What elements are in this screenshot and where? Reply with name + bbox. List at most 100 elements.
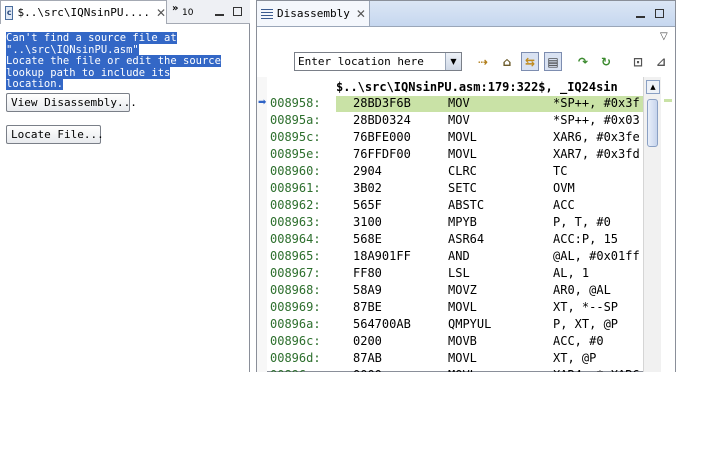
disassembly-row[interactable]: 00896a: 564700AB QMPYUL P, XT, @P — [257, 317, 660, 334]
arguments: *SP++, #0x03 — [553, 113, 640, 127]
mnemonic: MOVL — [448, 130, 477, 144]
disassembly-row[interactable]: 00896d: 87AB MOVL XT, @P — [257, 351, 660, 368]
chevron-down-icon[interactable]: ▼ — [445, 53, 461, 70]
opcode: 87AB — [353, 351, 382, 365]
minimize-icon[interactable] — [215, 14, 224, 16]
disassembly-row[interactable]: 008969: 87BE MOVL XT, *--SP — [257, 300, 660, 317]
arguments: P, T, #0 — [553, 215, 611, 229]
opcode: 0000 — [353, 368, 382, 372]
location-combo[interactable]: Enter location here ▼ — [294, 52, 462, 71]
opcode: 28BD0324 — [353, 113, 411, 127]
opcode: 3100 — [353, 215, 382, 229]
tab-overflow-icon[interactable]: » — [172, 3, 178, 14]
disassembly-row[interactable]: 008958: 28BD3F6B MOV *SP++, #0x3f — [257, 96, 660, 113]
maximize-icon[interactable] — [233, 7, 242, 16]
locate-file-button[interactable]: Locate File... — [6, 125, 104, 144]
address: 008961: — [270, 181, 321, 195]
minimize-icon[interactable] — [636, 16, 645, 18]
scroll-thumb[interactable] — [647, 99, 658, 147]
arguments: XAR6, #0x3fe — [553, 130, 640, 144]
opcode: 568E — [353, 232, 382, 246]
address: 00895e: — [270, 147, 321, 161]
vertical-scrollbar[interactable]: ▲ — [643, 77, 661, 372]
opcode: FF80 — [353, 266, 382, 280]
address: 00895c: — [270, 130, 321, 144]
disassembly-row[interactable]: 00895c: 76BFE000 MOVL XAR6, #0x3fe — [257, 130, 660, 147]
link-with-debug-icon[interactable]: ⇆ — [521, 52, 539, 71]
pin-icon[interactable]: ⊿ — [652, 52, 670, 71]
step-into-icon[interactable]: ↷ — [574, 52, 592, 71]
address: 008968: — [270, 283, 321, 297]
message-line: Locate the file or edit the source — [6, 55, 221, 67]
address: 008960: — [270, 164, 321, 178]
close-icon[interactable]: ✕ — [356, 7, 366, 21]
address: 008958: — [270, 96, 321, 110]
arguments: AL, 1 — [553, 266, 590, 280]
address: 00896d: — [270, 351, 321, 365]
mnemonic: SETC — [448, 181, 477, 195]
arguments: *SP++, #0x3f — [553, 96, 640, 110]
editor-tab[interactable]: c $..\src\IQNsinPU.... ✕ — [0, 0, 167, 24]
disassembly-row[interactable]: 00896e: 0000 MOVL XAR4, *+XAR6 — [257, 368, 660, 372]
disassembly-row[interactable]: 00896c: 0200 MOVB ACC, #0 — [257, 334, 660, 351]
mnemonic: MPYB — [448, 215, 477, 229]
disassembly-row[interactable]: 008965: 18A901FF AND @AL, #0x01ff — [257, 249, 660, 266]
arguments: ACC:P, 15 — [553, 232, 619, 246]
arguments: XAR7, #0x3fd — [553, 147, 640, 161]
arguments: XAR4, *+XAR6 — [553, 368, 640, 372]
mnemonic: MOVL — [448, 351, 477, 365]
mnemonic: MOV — [448, 96, 470, 110]
message-line: Can't find a source file at — [6, 32, 177, 44]
arguments: OVM — [553, 181, 575, 195]
home-icon[interactable]: ⌂ — [498, 52, 516, 71]
disassembly-row[interactable]: 008960: 2904 CLRC TC — [257, 164, 660, 181]
address: 008964: — [270, 232, 321, 246]
scroll-up-icon[interactable]: ▲ — [646, 80, 660, 94]
disassembly-icon — [261, 8, 273, 19]
mnemonic: MOV — [448, 113, 470, 127]
tab-disassembly[interactable]: Disassembly ✕ — [257, 1, 370, 26]
disassembly-row[interactable]: 008963: 3100 MPYB P, T, #0 — [257, 215, 660, 232]
tab-overflow-count[interactable]: 10 — [182, 8, 193, 18]
disassembly-view: Disassembly ✕ ▽ Enter location here ▼ ⇢ … — [256, 0, 676, 372]
opcode: 18A901FF — [353, 249, 411, 263]
opcode: 564700AB — [353, 317, 411, 331]
mnemonic: MOVL — [448, 147, 477, 161]
view-disassembly-button[interactable]: View Disassembly... — [6, 93, 137, 112]
opcode: 28BD3F6B — [353, 96, 411, 110]
disassembly-row[interactable]: 00895e: 76FFDF00 MOVL XAR7, #0x3fd — [257, 147, 660, 164]
disassembly-listing[interactable]: ➡ $..\src\IQNsinPU.asm:179:322$, _IQ24si… — [257, 77, 660, 372]
opcode: 76BFE000 — [353, 130, 411, 144]
opcode: 87BE — [353, 300, 382, 314]
mnemonic: ABSTC — [448, 198, 485, 212]
disassembly-row[interactable]: 008962: 565F ABSTC ACC — [257, 198, 660, 215]
address: 008967: — [270, 266, 321, 280]
close-icon[interactable]: ✕ — [156, 6, 166, 20]
new-view-icon[interactable]: ⊡ — [629, 52, 647, 71]
address: 00895a: — [270, 113, 321, 127]
mnemonic: AND — [448, 249, 470, 263]
disassembly-row[interactable]: 008968: 58A9 MOVZ AR0, @AL — [257, 283, 660, 300]
mnemonic: CLRC — [448, 164, 477, 178]
opcode: 76FFDF00 — [353, 147, 411, 161]
show-source-icon[interactable]: ▤ — [544, 52, 562, 71]
message-line: lookup path to include its location. — [6, 66, 171, 90]
disassembly-row[interactable]: 008964: 568E ASR64 ACC:P, 15 — [257, 232, 660, 249]
opcode: 565F — [353, 198, 382, 212]
opcode: 0200 — [353, 334, 382, 348]
step-over-icon[interactable]: ↻ — [597, 52, 615, 71]
opcode: 3B02 — [353, 181, 382, 195]
view-tab-bar: Disassembly ✕ — [257, 1, 675, 27]
disassembly-row[interactable]: 00895a: 28BD0324 MOV *SP++, #0x03 — [257, 113, 660, 130]
address: 00896a: — [270, 317, 321, 331]
message-line: "..\src\IQNsinPU.asm" — [6, 43, 139, 56]
go-to-location-icon[interactable]: ⇢ — [474, 52, 492, 71]
editor-tab-label: $..\src\IQNsinPU.... — [17, 6, 150, 19]
view-menu-icon[interactable]: ▽ — [660, 31, 668, 42]
arguments: ACC, #0 — [553, 334, 604, 348]
disassembly-row[interactable]: 008961: 3B02 SETC OVM — [257, 181, 660, 198]
location-input[interactable]: Enter location here — [298, 55, 424, 68]
maximize-icon[interactable] — [655, 9, 664, 18]
disassembly-row[interactable]: 008967: FF80 LSL AL, 1 — [257, 266, 660, 283]
source-not-found-message: Can't find a source file at "..\src\IQNs… — [6, 32, 226, 91]
